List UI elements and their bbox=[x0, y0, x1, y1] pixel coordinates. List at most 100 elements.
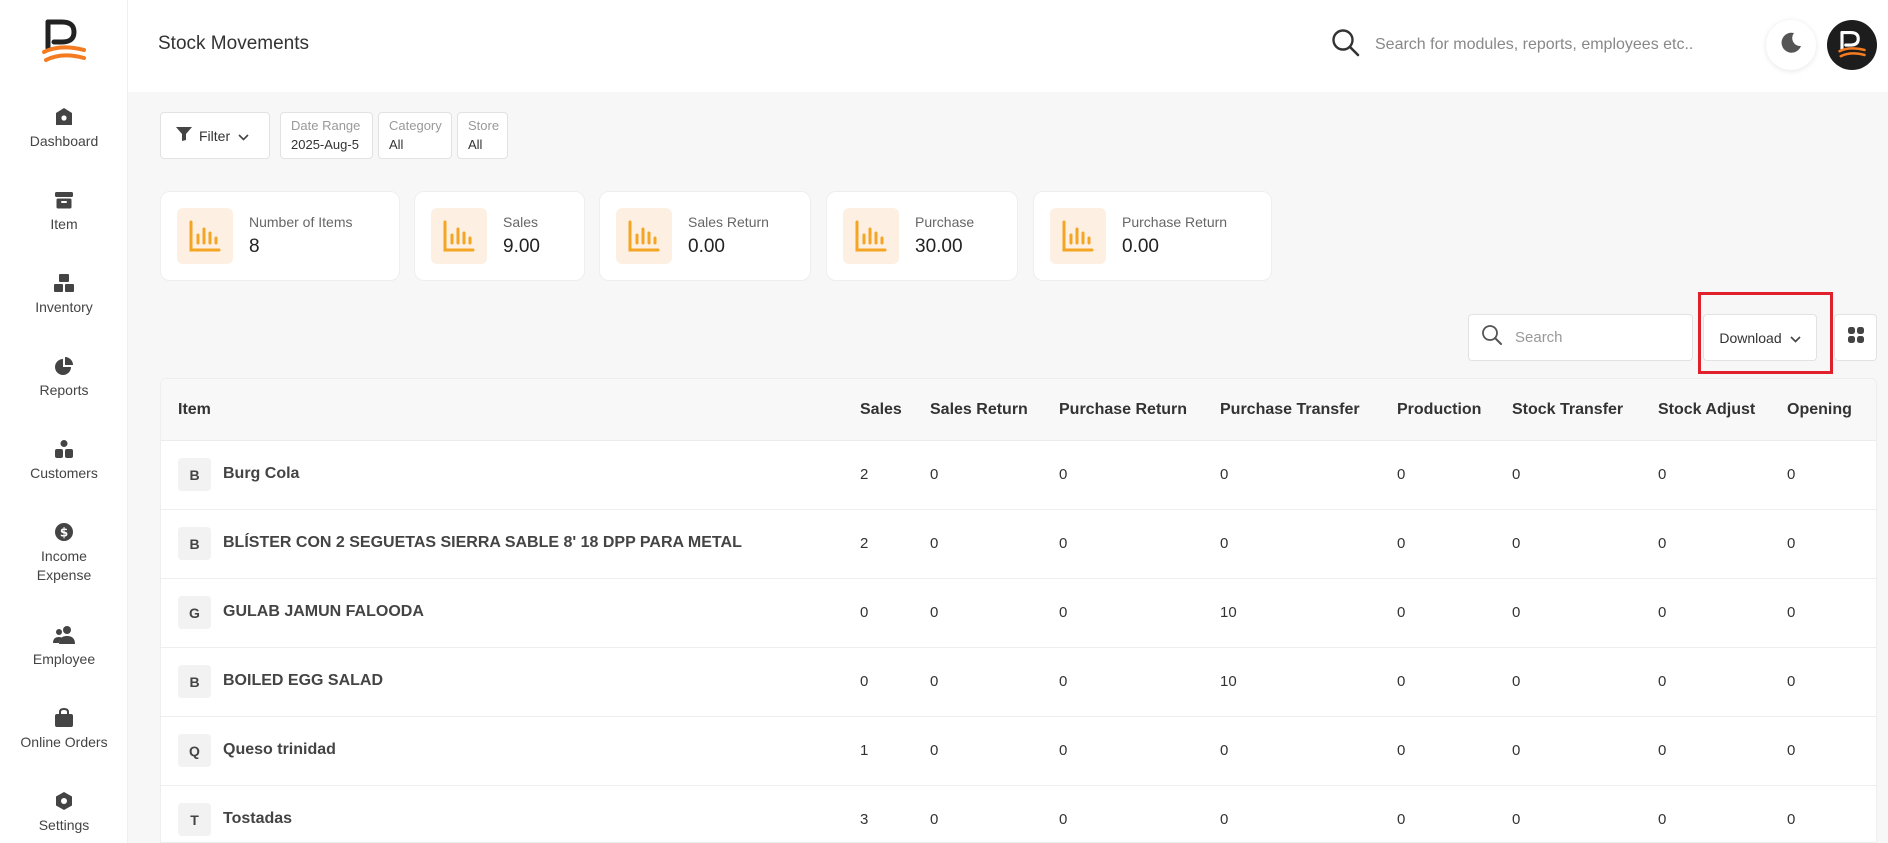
table-row[interactable]: T Tostadas 3 0 0 0 0 0 0 0 bbox=[161, 786, 1876, 842]
column-header-item[interactable]: Item bbox=[178, 401, 211, 419]
dollar-icon: $ bbox=[53, 521, 75, 543]
sidebar-item-label: Dashboard bbox=[29, 133, 99, 149]
cell-production: 0 bbox=[1397, 535, 1406, 552]
stat-label: Purchase bbox=[915, 214, 975, 230]
download-label: Download bbox=[1719, 329, 1782, 346]
column-header-production[interactable]: Production bbox=[1397, 401, 1481, 419]
sidebar-item-dashboard[interactable]: Dashboard bbox=[0, 106, 128, 151]
bar-chart-icon bbox=[843, 208, 899, 264]
cell-opening: 0 bbox=[1787, 742, 1796, 759]
table-search-input[interactable] bbox=[1515, 329, 1675, 346]
cell-stock-transfer: 0 bbox=[1512, 811, 1521, 828]
cell-stock-transfer: 0 bbox=[1512, 466, 1521, 483]
column-header-opening[interactable]: Opening bbox=[1787, 401, 1852, 419]
sidebar-item-income-expense[interactable]: $ Income Expense bbox=[0, 521, 128, 585]
cell-stock-transfer: 0 bbox=[1512, 673, 1521, 690]
cell-purchase-transfer: 0 bbox=[1220, 811, 1229, 828]
table-search[interactable] bbox=[1468, 314, 1693, 361]
stat-card-purchase: Purchase 30.00 bbox=[826, 191, 1018, 281]
cell-stock-adjust: 0 bbox=[1658, 466, 1667, 483]
cell-sales: 0 bbox=[860, 604, 869, 621]
table-row[interactable]: B BLÍSTER CON 2 SEGUETAS SIERRA SABLE 8'… bbox=[161, 510, 1876, 579]
theme-toggle-button[interactable] bbox=[1766, 20, 1816, 70]
stat-value: 30.00 bbox=[915, 236, 963, 257]
sidebar-item-label: Customers bbox=[30, 465, 98, 481]
item-name: Queso trinidad bbox=[223, 741, 336, 758]
sidebar-item-item[interactable]: Item bbox=[0, 189, 128, 234]
column-header-stock-adjust[interactable]: Stock Adjust bbox=[1658, 401, 1755, 419]
table-row[interactable]: B BOILED EGG SALAD 0 0 0 10 0 0 0 0 bbox=[161, 648, 1876, 717]
sidebar-item-reports[interactable]: Reports bbox=[0, 355, 128, 400]
cell-stock-transfer: 0 bbox=[1512, 742, 1521, 759]
column-header-sales-return[interactable]: Sales Return bbox=[930, 401, 1028, 419]
column-header-sales[interactable]: Sales bbox=[860, 401, 902, 419]
sidebar-item-label: Reports bbox=[39, 382, 89, 398]
item-initial: G bbox=[178, 596, 211, 629]
bar-chart-icon bbox=[1050, 208, 1106, 264]
svg-text:$: $ bbox=[60, 526, 68, 540]
column-header-stock-transfer[interactable]: Stock Transfer bbox=[1512, 401, 1623, 419]
cell-sales-return: 0 bbox=[930, 604, 939, 621]
filter-icon bbox=[175, 126, 193, 145]
sidebar-item-label: Income Expense bbox=[36, 548, 92, 583]
cell-purchase-transfer: 0 bbox=[1220, 466, 1229, 483]
chip-value: All bbox=[468, 137, 483, 152]
page-title: Stock Movements bbox=[158, 33, 309, 54]
table-header: Item Sales Sales Return Purchase Return … bbox=[161, 379, 1876, 441]
cell-production: 0 bbox=[1397, 466, 1406, 483]
download-button[interactable]: Download bbox=[1703, 314, 1817, 361]
brand-logo[interactable] bbox=[40, 18, 88, 66]
cell-sales-return: 0 bbox=[930, 811, 939, 828]
cell-opening: 0 bbox=[1787, 535, 1796, 552]
stat-value: 0.00 bbox=[688, 236, 725, 257]
store-chip[interactable]: Store All bbox=[457, 112, 508, 159]
grid-view-button[interactable] bbox=[1834, 314, 1877, 361]
home-icon bbox=[53, 106, 75, 128]
stat-label: Sales bbox=[503, 214, 539, 230]
cell-purchase-transfer: 0 bbox=[1220, 742, 1229, 759]
cell-sales-return: 0 bbox=[930, 742, 939, 759]
table-row[interactable]: G GULAB JAMUN FALOODA 0 0 0 10 0 0 0 0 bbox=[161, 579, 1876, 648]
chevron-down-icon bbox=[238, 128, 249, 144]
chip-value: All bbox=[389, 137, 404, 152]
cell-stock-transfer: 0 bbox=[1512, 535, 1521, 552]
sidebar-item-inventory[interactable]: Inventory bbox=[0, 272, 128, 317]
filter-button[interactable]: Filter bbox=[160, 112, 270, 159]
table-row[interactable]: B Burg Cola 2 0 0 0 0 0 0 0 bbox=[161, 441, 1876, 510]
archive-icon bbox=[53, 189, 75, 211]
date-range-chip[interactable]: Date Range 2025-Aug-5 bbox=[280, 112, 373, 159]
item-name: Burg Cola bbox=[223, 465, 300, 482]
pie-chart-icon bbox=[53, 355, 75, 377]
avatar[interactable] bbox=[1827, 20, 1877, 70]
chip-key: Date Range bbox=[291, 118, 361, 133]
stat-label: Purchase Return bbox=[1122, 214, 1228, 230]
cell-opening: 0 bbox=[1787, 811, 1796, 828]
cell-opening: 0 bbox=[1787, 673, 1796, 690]
cell-sales: 2 bbox=[860, 535, 869, 552]
item-name: BOILED EGG SALAD bbox=[223, 672, 384, 689]
cell-stock-adjust: 0 bbox=[1658, 811, 1667, 828]
shopping-bag-icon bbox=[53, 707, 75, 729]
cell-sales-return: 0 bbox=[930, 466, 939, 483]
cell-purchase-return: 0 bbox=[1059, 742, 1068, 759]
sidebar-item-employee[interactable]: Employee bbox=[0, 624, 128, 669]
search-icon bbox=[1481, 324, 1503, 351]
sidebar-item-settings[interactable]: Settings bbox=[0, 790, 128, 835]
column-header-purchase-return[interactable]: Purchase Return bbox=[1059, 401, 1187, 419]
global-search[interactable]: Search for modules, reports, employees e… bbox=[1331, 26, 1731, 64]
cell-sales: 1 bbox=[860, 742, 869, 759]
sidebar-item-label: Online Orders bbox=[20, 734, 108, 750]
category-chip[interactable]: Category All bbox=[378, 112, 452, 159]
cell-purchase-return: 0 bbox=[1059, 466, 1068, 483]
gear-icon bbox=[53, 790, 75, 812]
cell-stock-adjust: 0 bbox=[1658, 535, 1667, 552]
cell-stock-adjust: 0 bbox=[1658, 673, 1667, 690]
sidebar-item-customers[interactable]: Customers bbox=[0, 438, 128, 483]
sidebar-item-online-orders[interactable]: Online Orders bbox=[0, 707, 128, 752]
users-icon bbox=[53, 624, 75, 646]
table-row[interactable]: Q Queso trinidad 1 0 0 0 0 0 0 0 bbox=[161, 717, 1876, 786]
sidebar-item-label: Item bbox=[50, 216, 78, 232]
sidebar-item-label: Inventory bbox=[35, 299, 93, 315]
column-header-purchase-transfer[interactable]: Purchase Transfer bbox=[1220, 401, 1360, 419]
chevron-down-icon bbox=[1790, 330, 1801, 346]
